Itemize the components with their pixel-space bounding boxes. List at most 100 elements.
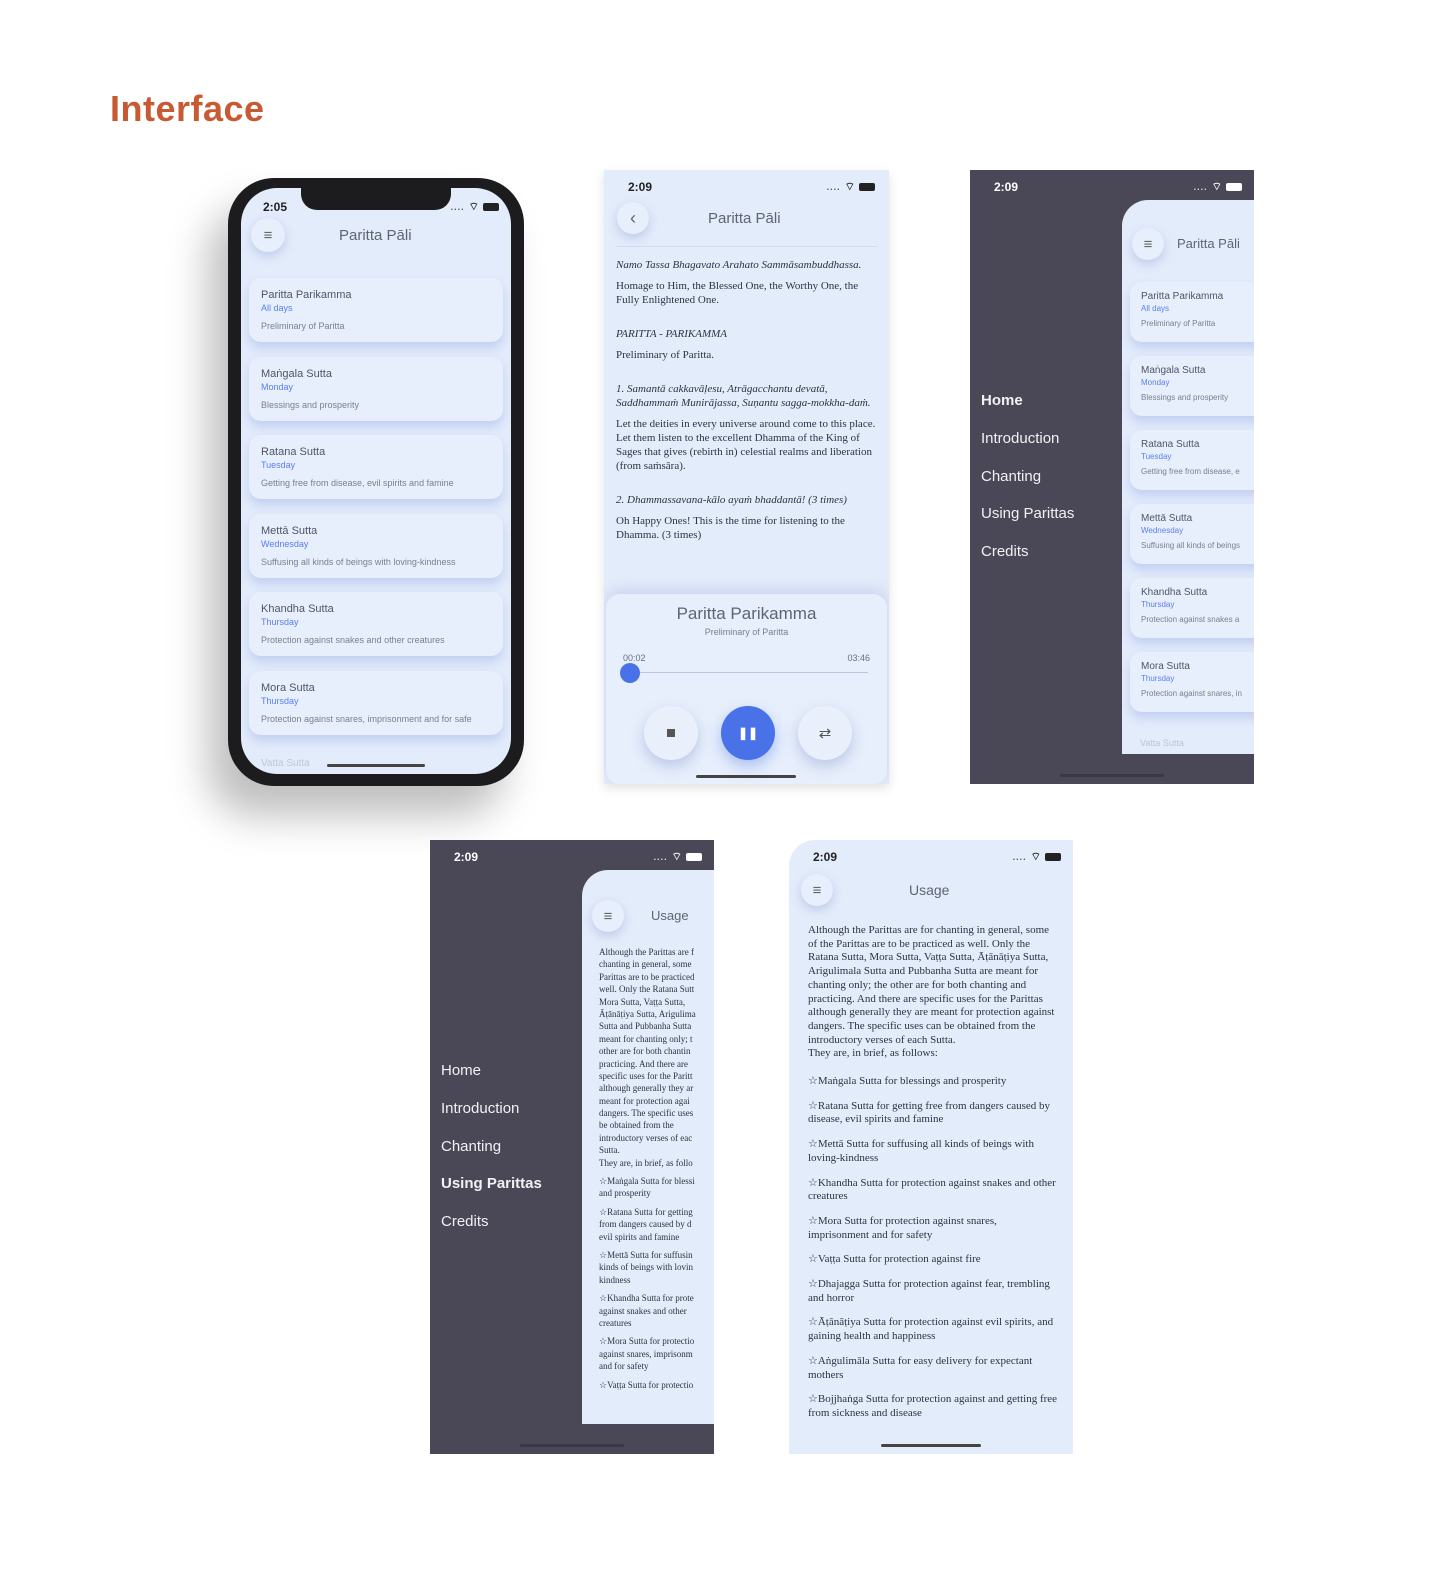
item-description: Preliminary of Paritta xyxy=(1141,319,1216,328)
signal-icon: .... xyxy=(450,202,465,212)
text-line: Sutta and Pubbanha Sutta xyxy=(599,1021,692,1032)
nav-item-using-parittas[interactable]: Using Parittas xyxy=(441,1175,542,1192)
drawer-screen-home: 2:09.... ⌔ Home Introduction Chanting Using … xyxy=(970,170,1254,784)
nav-item-credits[interactable]: Credits xyxy=(441,1213,489,1230)
item-day: Tuesday xyxy=(1141,452,1172,461)
list-item[interactable]: Paritta Parikamma All days Preliminary of … xyxy=(249,278,503,342)
page-title: Paritta Pāli xyxy=(1177,236,1240,251)
nav-item-introduction[interactable]: Introduction xyxy=(441,1100,519,1117)
page-title: Usage xyxy=(651,908,689,923)
battery-icon xyxy=(1045,853,1061,861)
status-bar: 2:09.... ⌔ xyxy=(430,840,714,874)
nav-item-credits[interactable]: Credits xyxy=(981,543,1029,560)
menu-button[interactable]: ≡ xyxy=(1132,228,1164,260)
list-item[interactable]: Khandha Sutta Thursday Protection against … xyxy=(1130,578,1254,638)
back-button[interactable]: ‹ xyxy=(617,202,649,234)
text-line: be obtained from the xyxy=(599,1120,674,1131)
usage-item: ☆Bojjhaṅga Sutta for protection against … xyxy=(808,1393,1058,1419)
usage-screen: 2:09.... ⌔ ≡ Usage Although the Parittas … xyxy=(789,840,1073,1454)
menu-button[interactable]: ≡ xyxy=(801,874,833,906)
item-description: Getting free from disease, e xyxy=(1141,467,1240,476)
nav-item-home[interactable]: Home xyxy=(981,392,1023,409)
list-item[interactable]: Ratana Sutta Tuesday Getting free from dis… xyxy=(249,435,503,499)
list-item[interactable]: Mora Sutta Thursday Protection against sna… xyxy=(249,670,503,735)
home-indicator xyxy=(696,775,796,778)
text-line: although generally they ar xyxy=(599,1083,694,1094)
status-time: 2:09 xyxy=(994,180,1019,194)
text-line: They are, in brief, as follo xyxy=(599,1157,693,1168)
progress-track[interactable] xyxy=(628,672,868,673)
item-description: Protection against snakes and other crea… xyxy=(261,635,445,645)
text-line: meant for chanting only; t xyxy=(599,1033,693,1044)
battery-icon xyxy=(859,183,875,191)
text-line: kindness xyxy=(599,1274,631,1285)
drawer-screen-usage: 2:09.... ⌔ Home Introduction Chanting Using … xyxy=(430,840,714,1454)
list-item[interactable]: Paritta Parikamma All days Preliminary of … xyxy=(1130,282,1254,342)
usage-item: ☆Āṭānāṭiya Sutta for protection against … xyxy=(808,1316,1054,1343)
status-bar: 2:09.... ⌔ xyxy=(604,170,889,204)
list-item[interactable]: Mora Sutta Thursday Protection against sna… xyxy=(1130,652,1254,712)
text-line: creatures xyxy=(599,1317,632,1328)
text-paragraph: Homage to Him, the Blessed One, the Wort… xyxy=(616,280,859,306)
list-item[interactable]: Mettā Sutta Wednesday Suffusing all kinds … xyxy=(1130,504,1254,564)
home-indicator xyxy=(327,764,425,767)
page-heading: Interface xyxy=(110,88,265,129)
menu-button[interactable]: ≡ xyxy=(251,218,285,252)
list-item[interactable]: Mettā Sutta Wednesday Suffusing all kinds … xyxy=(249,513,503,578)
menu-button[interactable]: ≡ xyxy=(592,900,624,932)
usage-item: ☆Dhajagga Sutta for protection against f… xyxy=(808,1278,1050,1304)
item-description: Protection against snares, in xyxy=(1141,689,1242,698)
item-day: Wednesday xyxy=(1141,526,1184,535)
status-time: 2:09 xyxy=(813,850,838,864)
text-paragraph: Oh Happy Ones! This is the time for list… xyxy=(616,515,845,541)
header-divider xyxy=(616,246,877,247)
text-line: evil spirits and famine xyxy=(599,1231,680,1242)
item-day: Monday xyxy=(261,381,294,392)
usage-item: ☆Vaṭṭa Sutta for protection against fire xyxy=(808,1253,981,1266)
item-day: Monday xyxy=(1141,378,1170,387)
progress-thumb[interactable] xyxy=(620,663,641,683)
list-item[interactable]: Khandha Sutta Thursday Protection against … xyxy=(249,592,503,656)
nav-item-home[interactable]: Home xyxy=(441,1062,481,1079)
status-time: 2:09 xyxy=(628,180,653,194)
wifi-icon: ⌔ xyxy=(1030,851,1041,863)
paritta-text: Namo Tassa Bhagavato Arahato Sammāsambud… xyxy=(616,258,878,549)
text-line: chanting in general, some xyxy=(599,959,692,970)
nav-item-using-parittas[interactable]: Using Parittas xyxy=(981,505,1074,522)
wifi-icon: ⌔ xyxy=(1211,181,1222,193)
item-day: Tuesday xyxy=(261,460,296,470)
pause-button[interactable]: ❚❚ xyxy=(721,706,775,760)
page-title: Paritta Pāli xyxy=(339,227,412,244)
list-item[interactable]: Maṅgala Sutta Monday Blessings and prosper… xyxy=(249,356,503,421)
item-title: Mettā Sutta xyxy=(261,524,318,537)
item-title: Khandha Sutta xyxy=(1141,587,1208,598)
nav-item-chanting[interactable]: Chanting xyxy=(981,468,1041,485)
text-line: and for safety xyxy=(599,1361,649,1372)
text-paragraph: Preliminary of Paritta. xyxy=(616,349,715,361)
usage-item: ☆Mettā Sutta for suffusing all kinds of … xyxy=(808,1138,1034,1164)
stop-icon xyxy=(667,729,675,737)
item-description: Blessings and prosperity xyxy=(1141,393,1229,402)
item-title: Paritta Parikamma xyxy=(1141,291,1224,302)
list-item[interactable]: Maṅgala Sutta Monday Blessings and prosper… xyxy=(1130,356,1254,416)
text-line: dangers. The specific uses xyxy=(599,1108,694,1119)
status-bar: 2:05 .... ⌔ xyxy=(241,190,511,224)
list-item[interactable]: Ratana Sutta Tuesday Getting free from dis… xyxy=(1130,430,1254,490)
track-title: Paritta Parikamma xyxy=(676,604,817,623)
nav-item-introduction[interactable]: Introduction xyxy=(981,430,1059,447)
player-screen: 2:09.... ⌔ ‹ Paritta Pāli Namo Tassa Bhag… xyxy=(604,170,889,784)
nav-item-chanting[interactable]: Chanting xyxy=(441,1138,501,1155)
item-description: Suffusing all kinds of beings with lovin… xyxy=(261,556,456,567)
usage-intro: Although the Parittas are for chanting i… xyxy=(808,924,1055,1046)
item-description: Protection against snares, imprisonment … xyxy=(261,713,472,724)
item-title: Maṅgala Sutta xyxy=(261,367,332,380)
text-line: Parittas are to be practiced xyxy=(599,971,695,982)
battery-icon xyxy=(686,853,702,861)
signal-icon: .... xyxy=(653,852,668,862)
track-subtitle: Preliminary of Paritta xyxy=(704,627,789,637)
text-line: practicing. And there are xyxy=(599,1058,688,1069)
text-paragraph: 1. Samantā cakkavāḷesu, Atrāgacchantu de… xyxy=(616,383,871,409)
usage-text: Although the Parittas are for chanting i… xyxy=(808,924,1058,1432)
stop-button[interactable] xyxy=(644,706,698,760)
repeat-button[interactable]: ⇄ xyxy=(798,706,852,760)
